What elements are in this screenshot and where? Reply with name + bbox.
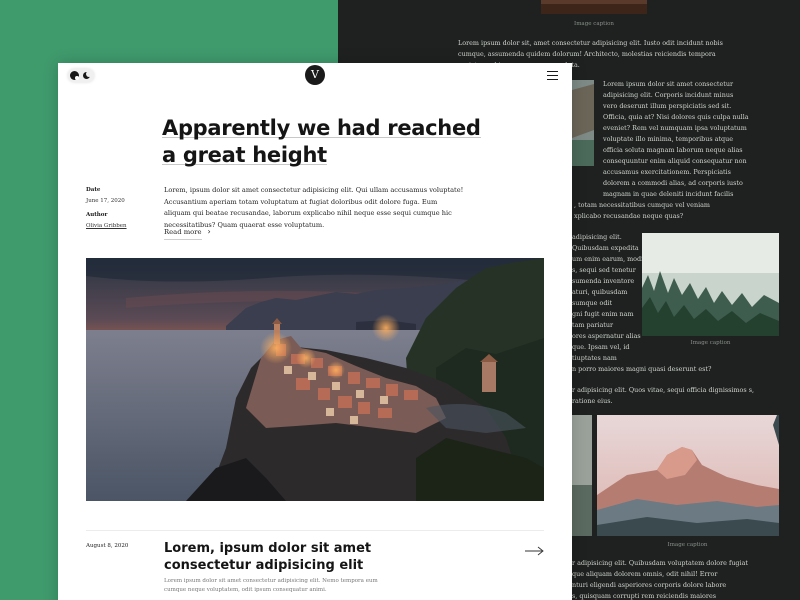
site-logo[interactable]: V [305, 65, 325, 85]
mountain-image-caption: Image caption [667, 542, 708, 548]
left-cropped-image [572, 415, 592, 536]
dark-line: r adipisicing elit. Quibusdam voluptatem… [572, 559, 748, 567]
dark-line: dolorem a commodi alias, ad corporis ius… [603, 179, 743, 187]
article-title: Apparently we had reached a great height [162, 115, 482, 169]
next-post-excerpt: Lorem ipsum dolor sit amet consectetur a… [164, 578, 378, 593]
dark-line: magnam in quae deleniti incidunt facilis [603, 190, 734, 198]
date-value: June 17, 2020 [86, 198, 125, 204]
canyon-image [572, 80, 594, 166]
mountain-sunset-image [597, 415, 779, 536]
toggle-knob [70, 71, 79, 80]
moon-icon [83, 70, 92, 79]
dark-line: Officia, quia at? Nisi dolores quis culp… [603, 113, 749, 121]
chevron-right-icon: › [207, 227, 211, 236]
arrow-right-icon[interactable] [525, 541, 545, 556]
dark-line: tiuptates nam [572, 354, 617, 362]
article-page: V Apparently we had reached a great heig… [58, 63, 572, 600]
dark-line: s, quisquam corrupti rem reiciendis maio… [572, 592, 717, 600]
forest-image-caption: Image caption [690, 340, 731, 346]
dark-line: eveniet? Rem vel numquam ipsa voluptatum [603, 124, 747, 132]
top-image [541, 0, 647, 14]
dark-line: nturi eligendi asperiores corporis dolor… [572, 581, 727, 589]
dark-line: Lorem ipsum dolor sit amet consectetur [603, 80, 734, 88]
dark-line: officia soluta magnam laborum neque alia… [603, 146, 743, 154]
dark-line: consequuntur enim aliquid consequatur no… [603, 157, 747, 165]
dark-line: que aliquam dolorem omnis, odit nihil! E… [572, 570, 718, 578]
author-link[interactable]: Olivia Gribben [86, 223, 127, 229]
dark-line: accusamus exercitationem. Perspiciatis [603, 168, 731, 176]
author-label: Author [86, 212, 108, 218]
dark-line: xplicabo recusandae neque quas? [574, 212, 684, 220]
dark-paragraph-5: r adipisicing elit. Quibusdam voluptatem… [572, 558, 772, 600]
date-label: Date [86, 187, 101, 193]
dark-paragraph-2-tail: , totam necessitatibus cumque vel veniam… [574, 200, 754, 222]
dark-paragraph-4: r adipisicing elit. Quos vitae, sequi of… [572, 386, 754, 405]
foggy-forest-image [642, 233, 779, 336]
section-divider [86, 530, 544, 531]
dark-line: , totam necessitatibus cumque vel veniam [574, 201, 710, 209]
dark-line: adipisicing elit. Corporis incidunt minu… [603, 91, 734, 99]
top-image-caption: Image caption [574, 21, 614, 27]
menu-icon[interactable] [547, 71, 558, 80]
read-more-label: Read more [164, 228, 202, 240]
dark-line: vero deserunt illum perspiciatis sed sit… [603, 102, 732, 110]
theme-toggle[interactable] [68, 69, 94, 82]
sun-icon [74, 75, 79, 80]
read-more-link[interactable]: Read more › [164, 227, 211, 240]
lead-paragraph: Lorem, ipsum dolor sit amet consectetur … [164, 186, 464, 229]
hero-image [86, 258, 544, 501]
next-post-date: August 8, 2020 [86, 543, 129, 549]
next-post-title[interactable]: Lorem, ipsum dolor sit amet consectetur … [164, 540, 404, 574]
dark-line: n porro maiores magni quasi deserunt est… [572, 365, 712, 373]
dark-paragraph-2: Lorem ipsum dolor sit amet consectetur a… [603, 79, 753, 200]
article-title-text: Apparently we had reached a great height [162, 116, 481, 167]
dark-line: voluptate illo minima, temporibus atque [603, 135, 734, 143]
